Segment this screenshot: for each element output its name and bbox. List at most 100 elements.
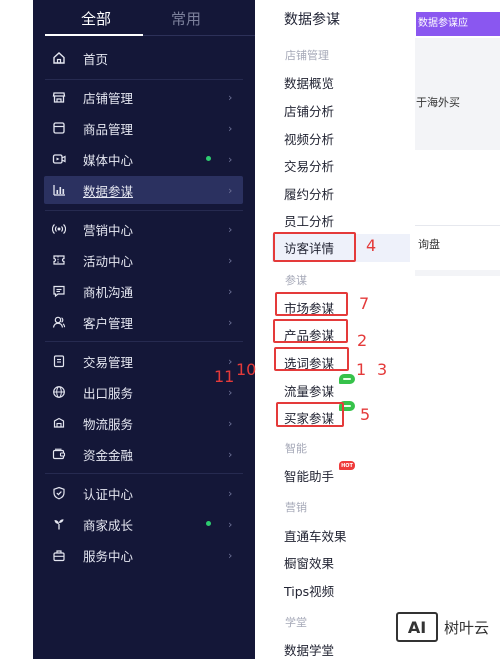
- submenu-item-staff-analysis[interactable]: 员工分析: [284, 211, 334, 230]
- submenu-item-assistant[interactable]: 智能助手: [284, 466, 334, 485]
- sidebar-item-label: 商品管理: [83, 121, 134, 137]
- background-purple-tab: 数据参谋应: [416, 12, 500, 36]
- service-icon: [51, 547, 67, 563]
- annotation-box-buyer: [276, 402, 344, 427]
- hot-badge: HOT: [339, 461, 355, 470]
- submenu-item-store-analysis[interactable]: 店铺分析: [284, 101, 334, 120]
- sidebar-item-growth[interactable]: 商家成长 ›: [33, 510, 255, 538]
- annotation-number: 2: [357, 331, 368, 350]
- sidebar-item-label: 商家成长: [83, 517, 134, 533]
- home-icon: [51, 50, 67, 66]
- sidebar-item-marketing[interactable]: 营销中心 ›: [33, 215, 255, 243]
- background-divider: [415, 225, 500, 226]
- submenu-item-p4p[interactable]: 直通车效果: [284, 526, 347, 545]
- submenu-section-marketing: 营销: [285, 501, 307, 514]
- sidebar-item-label: 出口服务: [83, 385, 134, 401]
- chevron-right-icon: ›: [228, 315, 233, 329]
- watermark: AI 树叶云: [396, 612, 489, 642]
- chevron-right-icon: ›: [228, 416, 233, 430]
- sidebar-item-data[interactable]: 数据参谋 ›: [44, 176, 243, 204]
- annotation-number: 1: [356, 360, 367, 379]
- chevron-right-icon: ›: [228, 354, 233, 368]
- sidebar-item-store[interactable]: 店铺管理 ›: [33, 83, 255, 111]
- background-text-inquiry: 询盘: [418, 238, 440, 251]
- chevron-right-icon: ›: [228, 183, 233, 197]
- annotation-number: 10: [236, 360, 257, 379]
- annotation-number: 5: [360, 405, 371, 424]
- submenu-item-traffic[interactable]: 流量参谋: [284, 381, 334, 400]
- tab-common[interactable]: 常用: [171, 8, 201, 29]
- sidebar-item-chat[interactable]: 商机沟通 ›: [33, 277, 255, 305]
- globe-icon: [51, 384, 67, 400]
- sidebar-item-label: 活动中心: [83, 253, 134, 269]
- sidebar-item-label: 首页: [83, 51, 109, 67]
- submenu-item-showcase[interactable]: 橱窗效果: [284, 553, 334, 572]
- sidebar-item-activity[interactable]: 活动中心 ›: [33, 246, 255, 274]
- annotation-number: 3: [377, 360, 388, 379]
- chevron-right-icon: ›: [228, 447, 233, 461]
- chevron-right-icon: ›: [228, 385, 233, 399]
- annotation-number: 4: [366, 236, 377, 255]
- annotation-box-market: [275, 292, 348, 316]
- notification-dot: [206, 156, 211, 161]
- chevron-right-icon: ›: [228, 222, 233, 236]
- chevron-right-icon: ›: [228, 90, 233, 104]
- customer-icon: [51, 314, 67, 330]
- sprout-icon: [51, 516, 67, 532]
- sidebar-item-label: 客户管理: [83, 315, 134, 331]
- tab-all[interactable]: 全部: [81, 8, 111, 29]
- sidebar-item-label: 交易管理: [83, 354, 134, 370]
- submenu-item-academy[interactable]: 数据学堂: [284, 640, 334, 659]
- background-panel-strip: [415, 270, 500, 276]
- sidebar-item-label: 资金金融: [83, 447, 134, 463]
- sidebar-item-home[interactable]: 首页: [33, 44, 255, 72]
- tab-divider: [143, 35, 255, 36]
- chevron-right-icon: ›: [228, 152, 233, 166]
- sidebar-item-media[interactable]: 媒体中心 ›: [33, 145, 255, 173]
- notification-dot: [206, 521, 211, 526]
- sidebar-item-products[interactable]: 商品管理 ›: [33, 114, 255, 142]
- submenu-title: 数据参谋: [284, 12, 340, 28]
- watermark-logo: AI: [396, 612, 438, 642]
- sidebar-item-label: 认证中心: [83, 486, 134, 502]
- sidebar-item-label: 店铺管理: [83, 90, 134, 106]
- sidebar-divider: [45, 473, 243, 474]
- sidebar-item-label: 媒体中心: [83, 152, 134, 168]
- sidebar-item-customers[interactable]: 客户管理 ›: [33, 308, 255, 336]
- chevron-right-icon: ›: [228, 486, 233, 500]
- sidebar-item-finance[interactable]: 资金金融 ›: [33, 440, 255, 468]
- truck-icon: [51, 415, 67, 431]
- shield-icon: [51, 485, 67, 501]
- chevron-right-icon: ›: [228, 284, 233, 298]
- chevron-right-icon: ›: [228, 121, 233, 135]
- media-icon: [51, 151, 67, 167]
- submenu-section-store: 店铺管理: [285, 49, 329, 62]
- submenu-item-fulfill-analysis[interactable]: 履约分析: [284, 184, 334, 203]
- sidebar-item-label: 商机沟通: [83, 284, 134, 300]
- sidebar-divider: [45, 341, 243, 342]
- sidebar-item-service[interactable]: 服务中心 ›: [33, 541, 255, 569]
- sidebar-item-certification[interactable]: 认证中心 ›: [33, 479, 255, 507]
- submenu-section-academy: 学堂: [285, 616, 307, 629]
- tab-active-underline: [45, 34, 143, 36]
- wallet-icon: [51, 446, 67, 462]
- submenu-item-video-analysis[interactable]: 视频分析: [284, 129, 334, 148]
- annotation-number: 7: [359, 294, 370, 313]
- order-icon: [51, 353, 67, 369]
- sidebar-item-label: 营销中心: [83, 222, 134, 238]
- sidebar: 全部 常用 首页 店铺管理 › 商品管理 › 媒体中心 › 数据参谋 › 营销中…: [33, 0, 255, 659]
- annotation-box-visitor: [273, 232, 356, 262]
- ticket-icon: [51, 252, 67, 268]
- submenu-item-overview[interactable]: 数据概览: [284, 73, 334, 92]
- chat-icon: [51, 283, 67, 299]
- sidebar-item-label: 服务中心: [83, 548, 134, 564]
- annotation-box-product: [273, 319, 348, 343]
- submenu-item-tips-video[interactable]: Tips视频: [284, 581, 334, 600]
- sidebar-item-label: 数据参谋: [83, 183, 134, 199]
- sidebar-divider: [45, 210, 243, 211]
- submenu-section-smart: 智能: [285, 442, 307, 455]
- sidebar-divider: [45, 79, 243, 80]
- chevron-right-icon: ›: [228, 548, 233, 562]
- submenu-item-trade-analysis[interactable]: 交易分析: [284, 156, 334, 175]
- sidebar-item-logistics[interactable]: 物流服务 ›: [33, 409, 255, 437]
